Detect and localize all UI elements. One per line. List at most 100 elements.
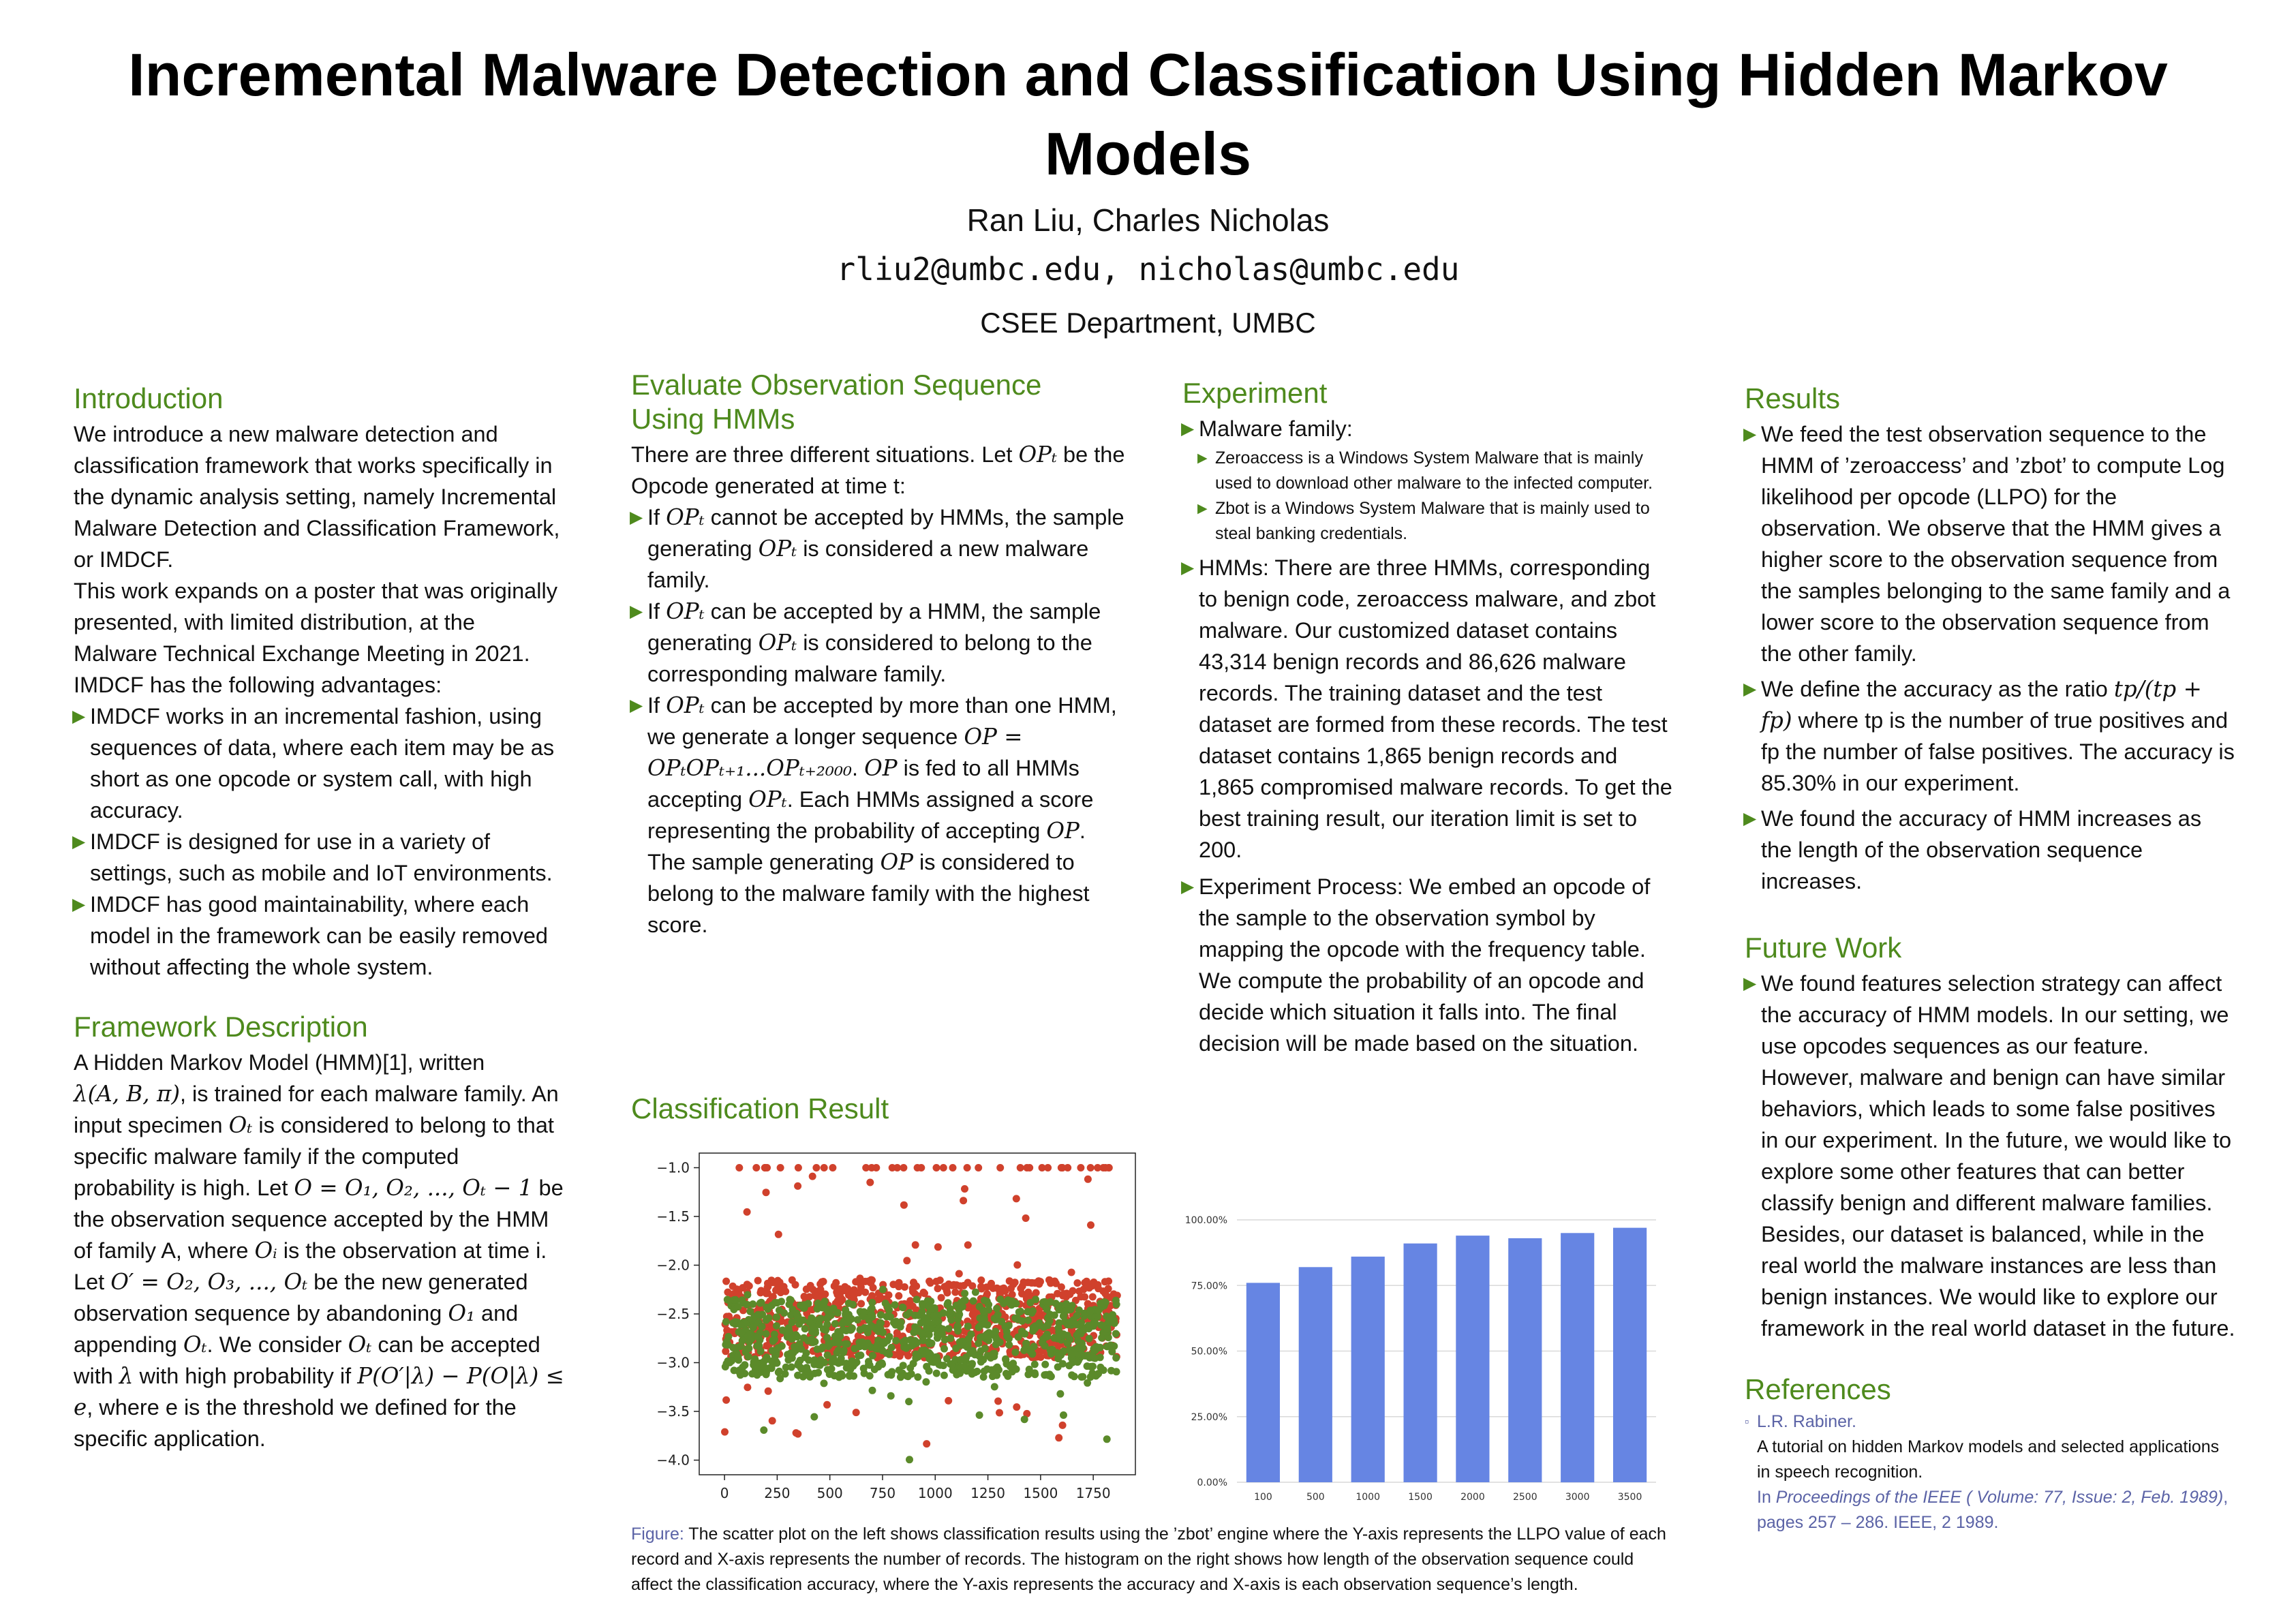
scatter-point (736, 1371, 744, 1379)
scatter-point (1031, 1370, 1039, 1379)
scatter-point (915, 1326, 923, 1334)
scatter-point (755, 1341, 763, 1349)
scatter-point (876, 1325, 885, 1333)
scatter-point (889, 1281, 898, 1289)
scatter-point (1030, 1360, 1039, 1368)
list-item: If OPₜ can be accepted by more than one … (630, 690, 1129, 940)
y-tick-label: 100.00% (1185, 1215, 1227, 1226)
scatter-point (895, 1292, 903, 1300)
scatter-point (1014, 1333, 1022, 1341)
x-tick-label: 3500 (1618, 1492, 1642, 1503)
scatter-point (1028, 1350, 1037, 1358)
scatter-point (771, 1336, 778, 1343)
scatter-point (945, 1310, 953, 1318)
scatter-point (956, 1355, 964, 1364)
scatter-point (960, 1282, 968, 1289)
scatter-point (868, 1311, 876, 1318)
scatter-point (1089, 1322, 1097, 1330)
scatter-point (868, 1386, 876, 1394)
references-heading: References (1745, 1373, 1891, 1405)
scatter-point (1058, 1360, 1067, 1368)
scatter-point (1012, 1365, 1020, 1373)
scatter-point (818, 1278, 826, 1286)
scatter-point (999, 1285, 1007, 1293)
scatter-point (979, 1308, 988, 1316)
scatter-point (809, 1338, 817, 1347)
column-3: Experiment Malware family: Zeroaccess is… (1181, 376, 1673, 1059)
scatter-point (839, 1326, 847, 1334)
scatter-point (1073, 1312, 1081, 1320)
caption-text: The scatter plot on the left shows class… (631, 1525, 1666, 1594)
scatter-point (1057, 1283, 1065, 1291)
x-tick-label: 750 (870, 1485, 896, 1501)
scatter-point (743, 1281, 751, 1289)
scatter-point (934, 1285, 942, 1293)
scatter-point (797, 1364, 805, 1372)
scatter-point (1026, 1164, 1034, 1171)
scatter-point (723, 1296, 731, 1304)
scatter-point (988, 1373, 996, 1381)
scatter-point (774, 1276, 782, 1285)
scatter-point (911, 1241, 919, 1249)
scatter-point (977, 1283, 985, 1291)
reference-source: In Proceedings of the IEEE ( Volume: 77,… (1757, 1488, 2229, 1532)
y-tick-label: −4.0 (656, 1452, 690, 1469)
scatter-point (911, 1336, 919, 1345)
scatter-point (794, 1182, 802, 1190)
scatter-point (1108, 1347, 1116, 1355)
scatter-point (868, 1298, 876, 1306)
scatter-point (746, 1307, 754, 1315)
scatter-point (1058, 1421, 1067, 1429)
scatter-point (1072, 1320, 1080, 1328)
scatter-point (1035, 1280, 1043, 1288)
scatter-point (833, 1349, 841, 1357)
scatter-point (812, 1329, 819, 1337)
x-tick-label: 2000 (1460, 1492, 1485, 1503)
scatter-point (932, 1164, 940, 1171)
evaluate-heading: Evaluate Observation Sequence Using HMMs (631, 369, 1042, 435)
scatter-point (754, 1276, 762, 1285)
x-tick-label: 1500 (1023, 1485, 1058, 1501)
scatter-point (1062, 1300, 1071, 1308)
scatter-point (992, 1328, 1000, 1336)
scatter-point (823, 1400, 831, 1409)
scatter-point (734, 1353, 742, 1361)
scatter-point (969, 1297, 977, 1305)
scatter-point (801, 1325, 809, 1333)
scatter-point (904, 1373, 912, 1381)
scatter-point (977, 1347, 985, 1355)
scatter-point (1073, 1358, 1082, 1366)
scatter-point (1107, 1366, 1116, 1375)
y-tick-label: −1.5 (656, 1208, 690, 1225)
scatter-point (859, 1313, 868, 1321)
list-item: Zbot is a Windows System Malware that is… (1197, 496, 1673, 547)
scatter-point (1103, 1435, 1111, 1443)
scatter-point (722, 1277, 731, 1285)
scatter-point (996, 1409, 1003, 1417)
scatter-point (1054, 1302, 1062, 1310)
scatter-point (1094, 1164, 1102, 1171)
scatter-point (983, 1365, 991, 1373)
list-item: We found the accuracy of HMM increases a… (1743, 803, 2235, 897)
scatter-point (1084, 1175, 1092, 1183)
reference-author: L.R. Rabiner. (1757, 1412, 1856, 1431)
scatter-point (808, 1172, 816, 1180)
scatter-point (1003, 1332, 1011, 1340)
scatter-point (979, 1373, 988, 1381)
scatter-point (745, 1345, 753, 1353)
future-work-list: We found features selection strategy can… (1743, 968, 2235, 1344)
list-item: If OPₜ cannot be accepted by HMMs, the s… (630, 502, 1129, 596)
scatter-point (730, 1296, 738, 1304)
scatter-point (1075, 1328, 1083, 1336)
scatter-point (722, 1396, 731, 1404)
scatter-point (958, 1302, 966, 1311)
scatter-point (780, 1283, 788, 1291)
scatter-point (838, 1372, 846, 1380)
x-tick-label: 1500 (1408, 1492, 1433, 1503)
accuracy-bar-chart: 0.00% 25.00% 50.00% 75.00% 100.00% 100 500 1000… (1185, 1215, 1656, 1503)
bar (1298, 1267, 1332, 1482)
scatter-point (825, 1306, 833, 1314)
scatter-point (914, 1373, 922, 1381)
scatter-point (985, 1333, 992, 1341)
x-tick-label: 1250 (970, 1485, 1005, 1501)
